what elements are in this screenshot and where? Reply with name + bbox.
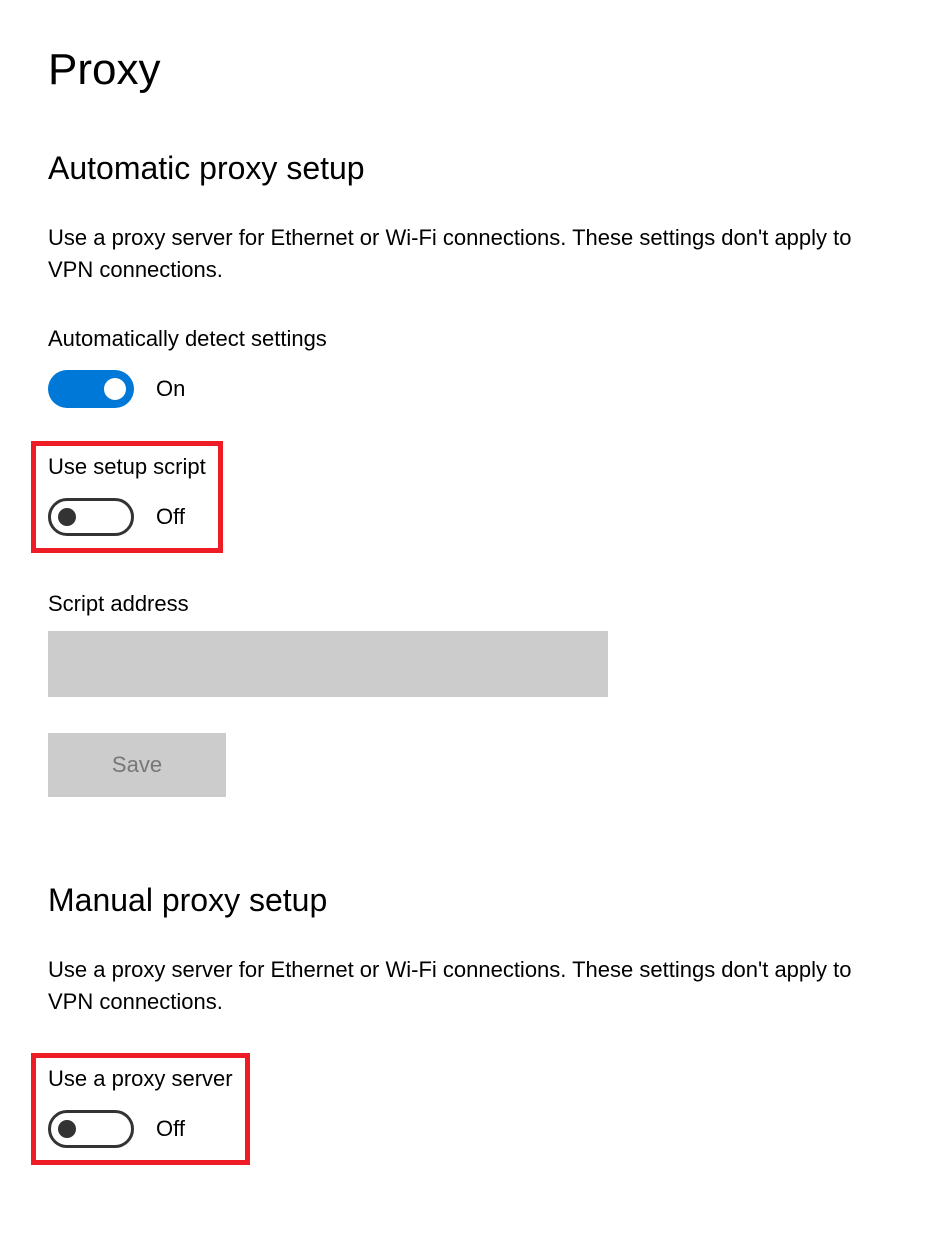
auto-detect-setting: Automatically detect settings On: [48, 326, 894, 408]
manual-proxy-section: Manual proxy setup Use a proxy server fo…: [48, 882, 894, 1165]
automatic-proxy-section: Automatic proxy setup Use a proxy server…: [48, 150, 894, 797]
manual-description: Use a proxy server for Ethernet or Wi-Fi…: [48, 954, 888, 1018]
use-script-toggle[interactable]: [48, 498, 134, 536]
use-script-state: Off: [156, 504, 185, 530]
toggle-knob-icon: [58, 508, 76, 526]
toggle-knob-icon: [104, 378, 126, 400]
auto-detect-label: Automatically detect settings: [48, 326, 894, 352]
automatic-section-heading: Automatic proxy setup: [48, 150, 894, 187]
auto-detect-toggle[interactable]: [48, 370, 134, 408]
toggle-knob-icon: [58, 1120, 76, 1138]
use-proxy-highlight: Use a proxy server Off: [31, 1053, 250, 1165]
use-proxy-label: Use a proxy server: [48, 1066, 233, 1092]
use-proxy-state: Off: [156, 1116, 185, 1142]
use-proxy-setting: Use a proxy server Off: [48, 1058, 894, 1165]
automatic-description: Use a proxy server for Ethernet or Wi-Fi…: [48, 222, 888, 286]
use-script-label: Use setup script: [48, 454, 206, 480]
manual-section-heading: Manual proxy setup: [48, 882, 894, 919]
use-script-highlight: Use setup script Off: [31, 441, 223, 553]
script-address-label: Script address: [48, 591, 894, 617]
script-address-section: Script address: [48, 591, 894, 697]
script-address-input[interactable]: [48, 631, 608, 697]
use-proxy-toggle[interactable]: [48, 1110, 134, 1148]
use-script-setting: Use setup script Off: [48, 446, 894, 553]
save-button[interactable]: Save: [48, 733, 226, 797]
auto-detect-state: On: [156, 376, 185, 402]
page-title: Proxy: [48, 45, 894, 95]
